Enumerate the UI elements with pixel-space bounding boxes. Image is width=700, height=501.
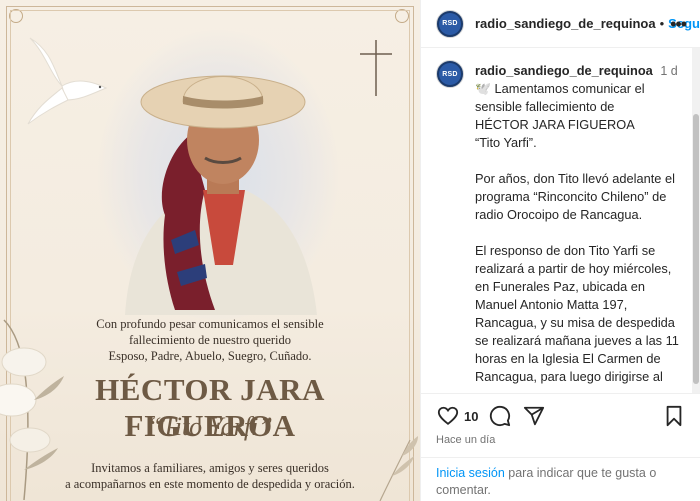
- obituary-nickname: “Tito Yarfi”: [147, 412, 273, 441]
- obituary-intro-line: Con profundo pesar comunicamos el sensib…: [96, 317, 324, 331]
- post-actions: 10 Hace un día: [421, 393, 700, 446]
- portrait-photo: [125, 75, 317, 315]
- caption-avatar-label: RSD: [439, 63, 461, 85]
- more-horizontal-icon[interactable]: •••: [670, 14, 687, 35]
- caption-body: radio_sandiego_de_requinoa 1 d 🕊️ Lament…: [475, 62, 686, 388]
- login-prompt: Inicia sesión para indicar que te gusta …: [421, 457, 700, 499]
- login-link[interactable]: Inicia sesión: [436, 466, 505, 480]
- avatar-label: RSD: [439, 12, 461, 35]
- bookmark-icon[interactable]: [662, 404, 686, 428]
- obituary-invite: Invitamos a familiares, amigos y seres q…: [40, 460, 380, 492]
- post-panel: RSD radio_sandiego_de_requinoa • Seguir …: [420, 0, 700, 501]
- comment-icon[interactable]: [488, 404, 512, 428]
- obituary-intro: Con profundo pesar comunicamos el sensib…: [40, 316, 380, 364]
- share-icon[interactable]: [522, 404, 546, 428]
- caption-area[interactable]: RSD radio_sandiego_de_requinoa 1 d 🕊️ La…: [421, 48, 700, 388]
- post-image[interactable]: Con profundo pesar comunicamos el sensib…: [0, 0, 420, 501]
- caption-avatar[interactable]: RSD: [436, 60, 464, 88]
- scrollbar-thumb[interactable]: [693, 114, 699, 384]
- likes-count[interactable]: 10: [464, 409, 478, 424]
- avatar[interactable]: RSD: [436, 9, 464, 38]
- header-username[interactable]: radio_sandiego_de_requinoa: [475, 16, 656, 31]
- caption-row: RSD radio_sandiego_de_requinoa 1 d 🕊️ La…: [421, 48, 700, 388]
- action-row: 10: [436, 404, 686, 428]
- obituary-invite-line: Invitamos a familiares, amigos y seres q…: [91, 461, 329, 475]
- cross-icon: [360, 40, 392, 96]
- obituary-invite-line: a acompañarnos en este momento de desped…: [65, 477, 355, 491]
- separator-dot: •: [659, 16, 665, 31]
- caption-username[interactable]: radio_sandiego_de_requinoa: [475, 63, 653, 78]
- obituary-intro-line: Esposo, Padre, Abuelo, Suegro, Cuñado.: [108, 349, 312, 363]
- obituary-intro-line: fallecimiento de nuestro querido: [128, 333, 292, 347]
- heart-icon[interactable]: [436, 404, 460, 428]
- post-date[interactable]: Hace un día: [436, 434, 686, 446]
- scrollbar[interactable]: [692, 48, 700, 393]
- caption-time[interactable]: 1 d: [660, 64, 677, 78]
- caption-text: 🕊️ Lamentamos comunicar el sensible fall…: [475, 81, 679, 388]
- post-header: RSD radio_sandiego_de_requinoa • Seguir …: [421, 0, 700, 48]
